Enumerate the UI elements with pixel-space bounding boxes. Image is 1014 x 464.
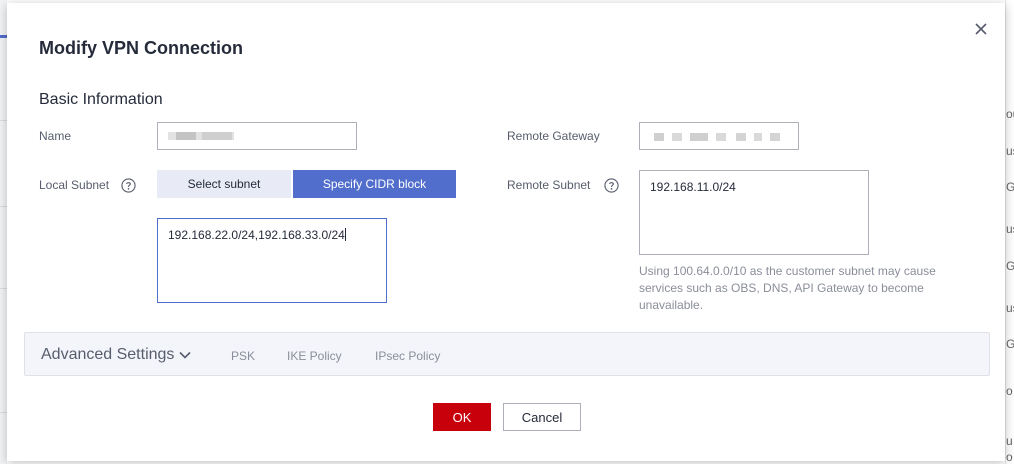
- tab-ipsec-policy[interactable]: IPsec Policy: [375, 349, 440, 363]
- section-title: Basic Information: [39, 91, 163, 108]
- close-icon: [975, 23, 987, 35]
- background-left-strip: [0, 0, 7, 464]
- advanced-settings-label: Advanced Settings: [41, 346, 175, 363]
- close-button[interactable]: [971, 19, 991, 39]
- redacted-text: [654, 133, 664, 141]
- remote-subnet-textarea[interactable]: 192.168.11.0/24: [639, 170, 869, 255]
- background-peek-text: ou: [1006, 107, 1014, 121]
- advanced-settings-panel: Advanced Settings PSK IKE Policy IPsec P…: [24, 332, 990, 376]
- background-divider: [0, 412, 7, 413]
- redacted-text: [716, 133, 726, 141]
- background-right-strip: ou us G us G us G o u o: [1005, 0, 1014, 464]
- remote-subnet-value: 192.168.11.0/24: [650, 180, 736, 194]
- redacted-text: [736, 133, 746, 141]
- background-peek-text: o: [1006, 384, 1013, 398]
- redacted-text: [770, 133, 780, 141]
- background-peek-text: G: [1006, 180, 1014, 194]
- help-icon[interactable]: [604, 178, 619, 193]
- text-caret: [344, 228, 346, 241]
- background-peek-text: us: [1006, 144, 1014, 158]
- remote-subnet-hint: Using 100.64.0.0/10 as the customer subn…: [639, 264, 936, 312]
- background-divider: [0, 206, 7, 207]
- background-peek-text: us: [1006, 222, 1014, 236]
- background-peek-text: G: [1006, 337, 1014, 351]
- modify-vpn-dialog: Modify VPN Connection Basic Information …: [7, 3, 1005, 461]
- select-subnet-option[interactable]: Select subnet: [157, 170, 291, 198]
- name-label: Name: [39, 129, 72, 143]
- tab-ike-policy[interactable]: IKE Policy: [287, 349, 342, 363]
- remote-subnet-label: Remote Subnet: [507, 178, 591, 192]
- name-input[interactable]: [157, 122, 357, 150]
- tab-psk[interactable]: PSK: [231, 349, 255, 363]
- local-cidr-value: 192.168.22.0/24,192.168.33.0/24: [168, 228, 345, 242]
- advanced-settings-toggle[interactable]: Advanced Settings: [41, 346, 191, 364]
- local-cidr-textarea[interactable]: 192.168.22.0/24,192.168.33.0/24: [157, 218, 387, 303]
- cancel-button[interactable]: Cancel: [503, 403, 581, 431]
- redacted-text: [754, 133, 762, 141]
- specify-cidr-option[interactable]: Specify CIDR block: [293, 170, 456, 198]
- remote-gateway-input[interactable]: [639, 122, 799, 150]
- background-peek-text: o: [1006, 450, 1013, 464]
- redacted-text: [690, 133, 708, 141]
- background-peek-text: us: [1006, 301, 1014, 315]
- remote-gateway-label: Remote Gateway: [507, 129, 600, 143]
- dialog-title: Modify VPN Connection: [39, 38, 243, 58]
- ok-button[interactable]: OK: [433, 403, 491, 431]
- redacted-text: [672, 133, 682, 141]
- background-active-indicator: [0, 35, 7, 38]
- help-icon[interactable]: [121, 178, 136, 193]
- redacted-text: [176, 132, 196, 140]
- background-peek-text: u: [1006, 434, 1013, 448]
- background-divider: [0, 288, 7, 289]
- local-subnet-label: Local Subnet: [39, 178, 110, 192]
- background-divider: [0, 120, 7, 121]
- background-peek-text: G: [1006, 259, 1014, 273]
- chevron-down-icon: [179, 351, 191, 359]
- redacted-text: [202, 132, 232, 140]
